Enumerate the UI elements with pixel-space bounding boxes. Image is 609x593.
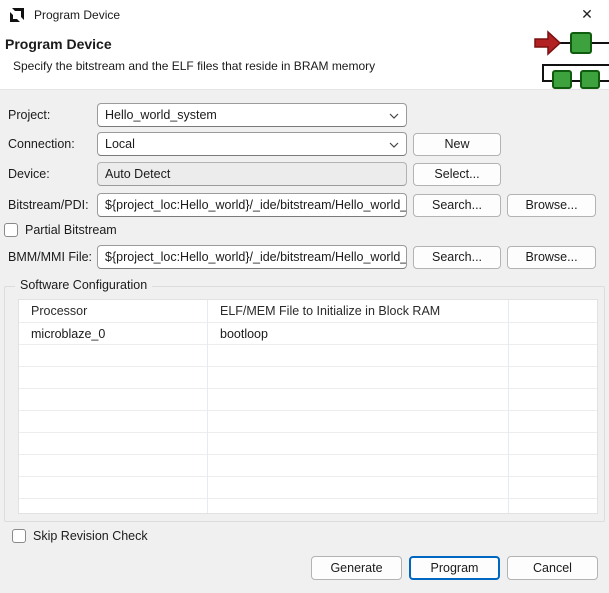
select-device-button[interactable]: Select... <box>413 162 501 186</box>
new-connection-button[interactable]: New <box>413 132 501 156</box>
cancel-button[interactable]: Cancel <box>507 556 598 580</box>
table-header-cell: ELF/MEM File to Initialize in Block RAM <box>208 300 509 323</box>
chevron-down-icon <box>389 137 399 151</box>
table-cell[interactable] <box>208 367 509 389</box>
table-cell[interactable] <box>208 345 509 367</box>
table-cell[interactable] <box>509 367 597 389</box>
table-cell[interactable] <box>19 477 208 499</box>
table-cell[interactable] <box>19 433 208 455</box>
device-field: Auto Detect <box>97 162 407 186</box>
software-config-table: Processor ELF/MEM File to Initialize in B… <box>18 299 598 514</box>
skip-revision-checkbox[interactable] <box>12 529 26 543</box>
chevron-down-icon <box>389 108 399 122</box>
bitstream-search-button[interactable]: Search... <box>413 193 501 217</box>
table-cell[interactable] <box>19 455 208 477</box>
partial-bitstream-label: Partial Bitstream <box>25 223 117 237</box>
table-row <box>19 345 597 367</box>
table-cell[interactable] <box>509 477 597 499</box>
table-cell[interactable] <box>208 433 509 455</box>
table-header-cell <box>509 300 597 323</box>
connection-value: Local <box>105 137 135 151</box>
titlebar: Program Device ✕ <box>0 0 609 29</box>
table-row: microblaze_0 bootloop <box>19 323 597 345</box>
project-combobox[interactable]: Hello_world_system <box>97 103 407 127</box>
bitstream-label: Bitstream/PDI: <box>8 198 89 212</box>
table-cell[interactable] <box>509 389 597 411</box>
table-cell[interactable] <box>19 389 208 411</box>
bitstream-browse-button[interactable]: Browse... <box>507 193 596 217</box>
close-icon[interactable]: ✕ <box>565 0 609 29</box>
bmm-search-button[interactable]: Search... <box>413 245 501 269</box>
project-label: Project: <box>8 108 51 122</box>
table-cell[interactable] <box>208 499 509 513</box>
bitstream-value: ${project_loc:Hello_world}/_ide/bitstrea… <box>105 198 407 212</box>
skip-revision-row: Skip Revision Check <box>12 527 605 545</box>
table-cell[interactable] <box>509 499 597 513</box>
table-cell[interactable]: microblaze_0 <box>19 323 208 345</box>
bmm-label: BMM/MMI File: <box>8 250 93 264</box>
table-cell[interactable] <box>509 433 597 455</box>
table-row <box>19 477 597 499</box>
table-cell[interactable] <box>19 345 208 367</box>
device-label: Device: <box>8 167 50 181</box>
table-cell[interactable]: bootloop <box>208 323 509 345</box>
page-description: Specify the bitstream and the ELF files … <box>13 59 376 73</box>
program-flow-icon <box>533 29 609 89</box>
connection-combobox[interactable]: Local <box>97 132 407 156</box>
skip-revision-label: Skip Revision Check <box>33 529 148 543</box>
table-row <box>19 433 597 455</box>
dialog-body: Project: Hello_world_system Connection: … <box>0 90 609 545</box>
program-button[interactable]: Program <box>409 556 500 580</box>
table-cell[interactable] <box>208 411 509 433</box>
table-cell[interactable] <box>509 345 597 367</box>
table-row <box>19 411 597 433</box>
software-configuration-group: Software Configuration Processor ELF/MEM … <box>4 278 605 522</box>
partial-bitstream-row: Partial Bitstream <box>4 221 605 239</box>
page-title: Program Device <box>5 36 112 52</box>
bmm-input[interactable]: ${project_loc:Hello_world}/_ide/bitstrea… <box>97 245 407 269</box>
footer: Generate Program Cancel <box>0 556 598 580</box>
bmm-browse-button[interactable]: Browse... <box>507 245 596 269</box>
table-cell[interactable] <box>208 389 509 411</box>
project-value: Hello_world_system <box>105 108 217 122</box>
table-row <box>19 367 597 389</box>
table-row <box>19 455 597 477</box>
software-configuration-title: Software Configuration <box>15 278 153 292</box>
table-header-row: Processor ELF/MEM File to Initialize in B… <box>19 300 597 323</box>
table-cell[interactable] <box>509 455 597 477</box>
table-row <box>19 499 597 513</box>
dialog-header: Program Device Specify the bitstream and… <box>0 29 609 90</box>
bitstream-input[interactable]: ${project_loc:Hello_world}/_ide/bitstrea… <box>97 193 407 217</box>
device-value: Auto Detect <box>105 167 171 181</box>
window-title: Program Device <box>34 7 121 22</box>
bmm-value: ${project_loc:Hello_world}/_ide/bitstrea… <box>105 250 407 264</box>
table-cell[interactable] <box>19 411 208 433</box>
amd-logo-icon <box>9 7 25 23</box>
connection-label: Connection: <box>8 137 75 151</box>
table-cell[interactable] <box>208 477 509 499</box>
table-cell[interactable] <box>208 455 509 477</box>
generate-button[interactable]: Generate <box>311 556 402 580</box>
table-cell[interactable] <box>509 323 597 345</box>
table-cell[interactable] <box>19 499 208 513</box>
table-row <box>19 389 597 411</box>
table-cell[interactable] <box>19 367 208 389</box>
table-cell[interactable] <box>509 411 597 433</box>
table-header-cell: Processor <box>19 300 208 323</box>
partial-bitstream-checkbox[interactable] <box>4 223 18 237</box>
